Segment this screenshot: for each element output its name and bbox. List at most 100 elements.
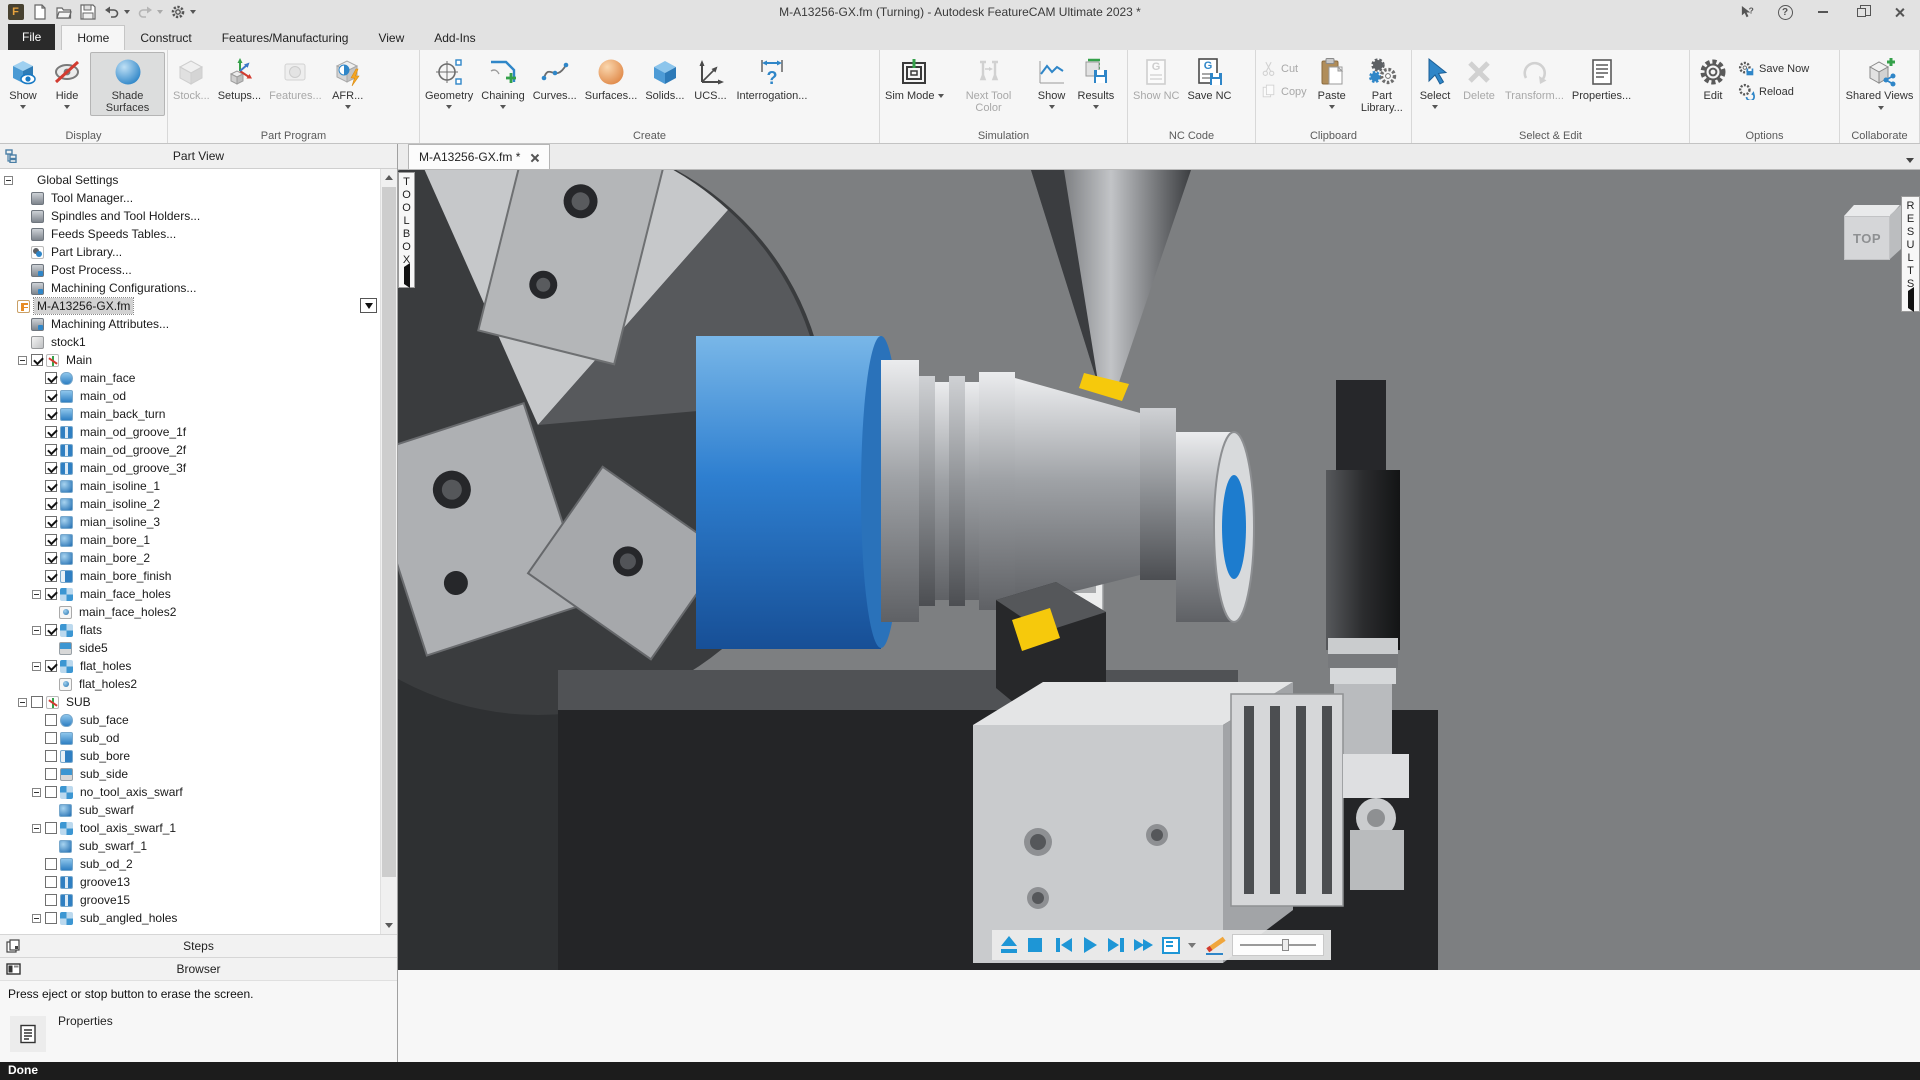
tree-item-checkbox[interactable]: [45, 426, 57, 438]
scroll-up-button[interactable]: [381, 169, 397, 186]
restore-button[interactable]: [1844, 2, 1878, 22]
dropdown-arrow-icon[interactable]: [1092, 105, 1099, 110]
ribbon-tab-file[interactable]: File: [8, 24, 56, 50]
ribbon-ucs-button[interactable]: UCS...: [689, 52, 731, 103]
tree-expander-icon[interactable]: [32, 787, 41, 797]
tree-expander-icon[interactable]: [32, 823, 41, 833]
tree-item-spindles-and-tool-holders[interactable]: Spindles and Tool Holders...: [0, 207, 380, 225]
ribbon-solids-button[interactable]: Solids...: [642, 52, 687, 103]
tree-item-part-library[interactable]: Part Library...: [0, 243, 380, 261]
speed-slider-thumb[interactable]: [1281, 939, 1289, 951]
ribbon-reload-button[interactable]: Reload: [1738, 83, 1809, 102]
speed-slider[interactable]: [1232, 934, 1324, 956]
tree-item-feeds-speeds-tables[interactable]: Feeds Speeds Tables...: [0, 225, 380, 243]
tab-list-dropdown-icon[interactable]: [1906, 158, 1914, 163]
tree-item-main-bore-finish[interactable]: main_bore_finish: [0, 567, 380, 585]
ribbon-setups-button[interactable]: Setups...: [215, 52, 264, 103]
ribbon-surfaces-button[interactable]: Surfaces...: [582, 52, 641, 103]
play-to-next-button[interactable]: [1107, 935, 1127, 955]
ribbon-geometry-button[interactable]: Geometry: [422, 52, 476, 110]
tree-item-main[interactable]: Main: [0, 351, 380, 369]
ribbon-results-button[interactable]: Results: [1075, 52, 1118, 110]
ribbon-afr-button[interactable]: AFR...: [327, 52, 369, 110]
tree-item-no-tool-axis-swarf[interactable]: no_tool_axis_swarf: [0, 783, 380, 801]
tree-item-checkbox[interactable]: [31, 696, 43, 708]
ribbon-save-nc-button[interactable]: G Save NC: [1184, 52, 1234, 103]
ribbon-properties-button[interactable]: Properties...: [1569, 52, 1634, 103]
tree-item-checkbox[interactable]: [31, 354, 43, 366]
play-button[interactable]: [1080, 935, 1100, 955]
properties-button[interactable]: [10, 1016, 46, 1052]
tree-item-checkbox[interactable]: [45, 570, 57, 582]
ribbon-curves-button[interactable]: Curves...: [530, 52, 580, 103]
ribbon-show-button[interactable]: Show: [1031, 52, 1073, 110]
erase-pencil-button[interactable]: [1205, 935, 1225, 955]
tree-item-main-od-groove-3f[interactable]: main_od_groove_3f: [0, 459, 380, 477]
ribbon-tab-home[interactable]: Home: [61, 25, 126, 50]
tree-item-m-a13256-gx-fm[interactable]: M-A13256-GX.fm: [0, 297, 380, 315]
tree-item-checkbox[interactable]: [45, 552, 57, 564]
ribbon-tab-add-ins[interactable]: Add-Ins: [419, 25, 490, 50]
tree-item-main-face-holes2[interactable]: main_face_holes2: [0, 603, 380, 621]
tree-item-main-isoline-1[interactable]: main_isoline_1: [0, 477, 380, 495]
tree-item-checkbox[interactable]: [45, 894, 57, 906]
dropdown-arrow-icon[interactable]: [446, 105, 453, 110]
open-file-button[interactable]: [54, 3, 73, 22]
dropdown-arrow-icon[interactable]: [937, 94, 944, 98]
tree-expander-icon[interactable]: [32, 625, 41, 635]
context-help-button[interactable]: ?: [1730, 2, 1764, 22]
tree-item-sub-face[interactable]: sub_face: [0, 711, 380, 729]
tree-item-checkbox[interactable]: [45, 660, 57, 672]
ribbon-show-button[interactable]: Show: [2, 52, 44, 110]
help-button[interactable]: ?: [1768, 2, 1802, 22]
undo-dropdown-icon[interactable]: [124, 10, 130, 14]
dropdown-arrow-icon[interactable]: [1432, 105, 1438, 110]
machine-simulation-button[interactable]: [1161, 935, 1181, 955]
ribbon-hide-button[interactable]: Hide: [46, 52, 88, 110]
tree-scrollbar[interactable]: [380, 169, 397, 934]
document-tab[interactable]: M-A13256-GX.fm *: [408, 144, 551, 169]
tree-item-machining-configurations[interactable]: Machining Configurations...: [0, 279, 380, 297]
eject-button[interactable]: [999, 935, 1019, 955]
minimize-button[interactable]: [1806, 2, 1840, 22]
tree-item-dropdown-button[interactable]: [360, 298, 377, 313]
tree-expander-icon[interactable]: [4, 175, 13, 185]
ribbon-select-button[interactable]: Select: [1414, 52, 1456, 110]
scroll-down-button[interactable]: [381, 917, 397, 934]
tree-item-checkbox[interactable]: [45, 516, 57, 528]
tree-item-main-od-groove-1f[interactable]: main_od_groove_1f: [0, 423, 380, 441]
scrollbar-thumb[interactable]: [382, 187, 396, 877]
tree-expander-icon[interactable]: [32, 913, 41, 923]
tree-item-stock1[interactable]: stock1: [0, 333, 380, 351]
skip-back-button[interactable]: [1053, 935, 1073, 955]
tree-item-main-bore-2[interactable]: main_bore_2: [0, 549, 380, 567]
tree-item-tool-manager[interactable]: Tool Manager...: [0, 189, 380, 207]
new-file-button[interactable]: [30, 3, 49, 22]
tree-item-checkbox[interactable]: [45, 408, 57, 420]
tree-item-checkbox[interactable]: [45, 714, 57, 726]
tree-item-checkbox[interactable]: [45, 498, 57, 510]
customize-toolbar-dropdown-icon[interactable]: [190, 10, 196, 14]
view-cube-front-face[interactable]: TOP: [1844, 216, 1890, 260]
ribbon-shared-views-button[interactable]: Shared Views: [1842, 52, 1917, 116]
tree-item-checkbox[interactable]: [45, 534, 57, 546]
tree-item-side5[interactable]: side5: [0, 639, 380, 657]
tree-item-checkbox[interactable]: [45, 876, 57, 888]
tree-item-tool-axis-swarf-1[interactable]: tool_axis_swarf_1: [0, 819, 380, 837]
tree-item-main-face-holes[interactable]: main_face_holes: [0, 585, 380, 603]
dropdown-arrow-icon[interactable]: [344, 105, 351, 110]
tree-expander-icon[interactable]: [18, 355, 27, 365]
results-tab[interactable]: RESULTS: [1901, 196, 1920, 312]
ribbon-part-library-button[interactable]: Part Library...: [1355, 52, 1409, 116]
tree-item-main-od-groove-2f[interactable]: main_od_groove_2f: [0, 441, 380, 459]
tree-item-sub-swarf-1[interactable]: sub_swarf_1: [0, 837, 380, 855]
tree-item-mian-isoline-3[interactable]: mian_isoline_3: [0, 513, 380, 531]
dropdown-arrow-icon[interactable]: [1878, 106, 1884, 111]
tree-item-post-process[interactable]: Post Process...: [0, 261, 380, 279]
view-cube[interactable]: TOP: [1844, 205, 1901, 260]
ribbon-tab-features-manufacturing[interactable]: Features/Manufacturing: [207, 25, 364, 50]
dropdown-arrow-icon[interactable]: [64, 105, 70, 110]
tree-expander-icon[interactable]: [32, 589, 41, 599]
steps-panel-button[interactable]: Steps: [0, 934, 397, 957]
tree-item-checkbox[interactable]: [45, 858, 57, 870]
